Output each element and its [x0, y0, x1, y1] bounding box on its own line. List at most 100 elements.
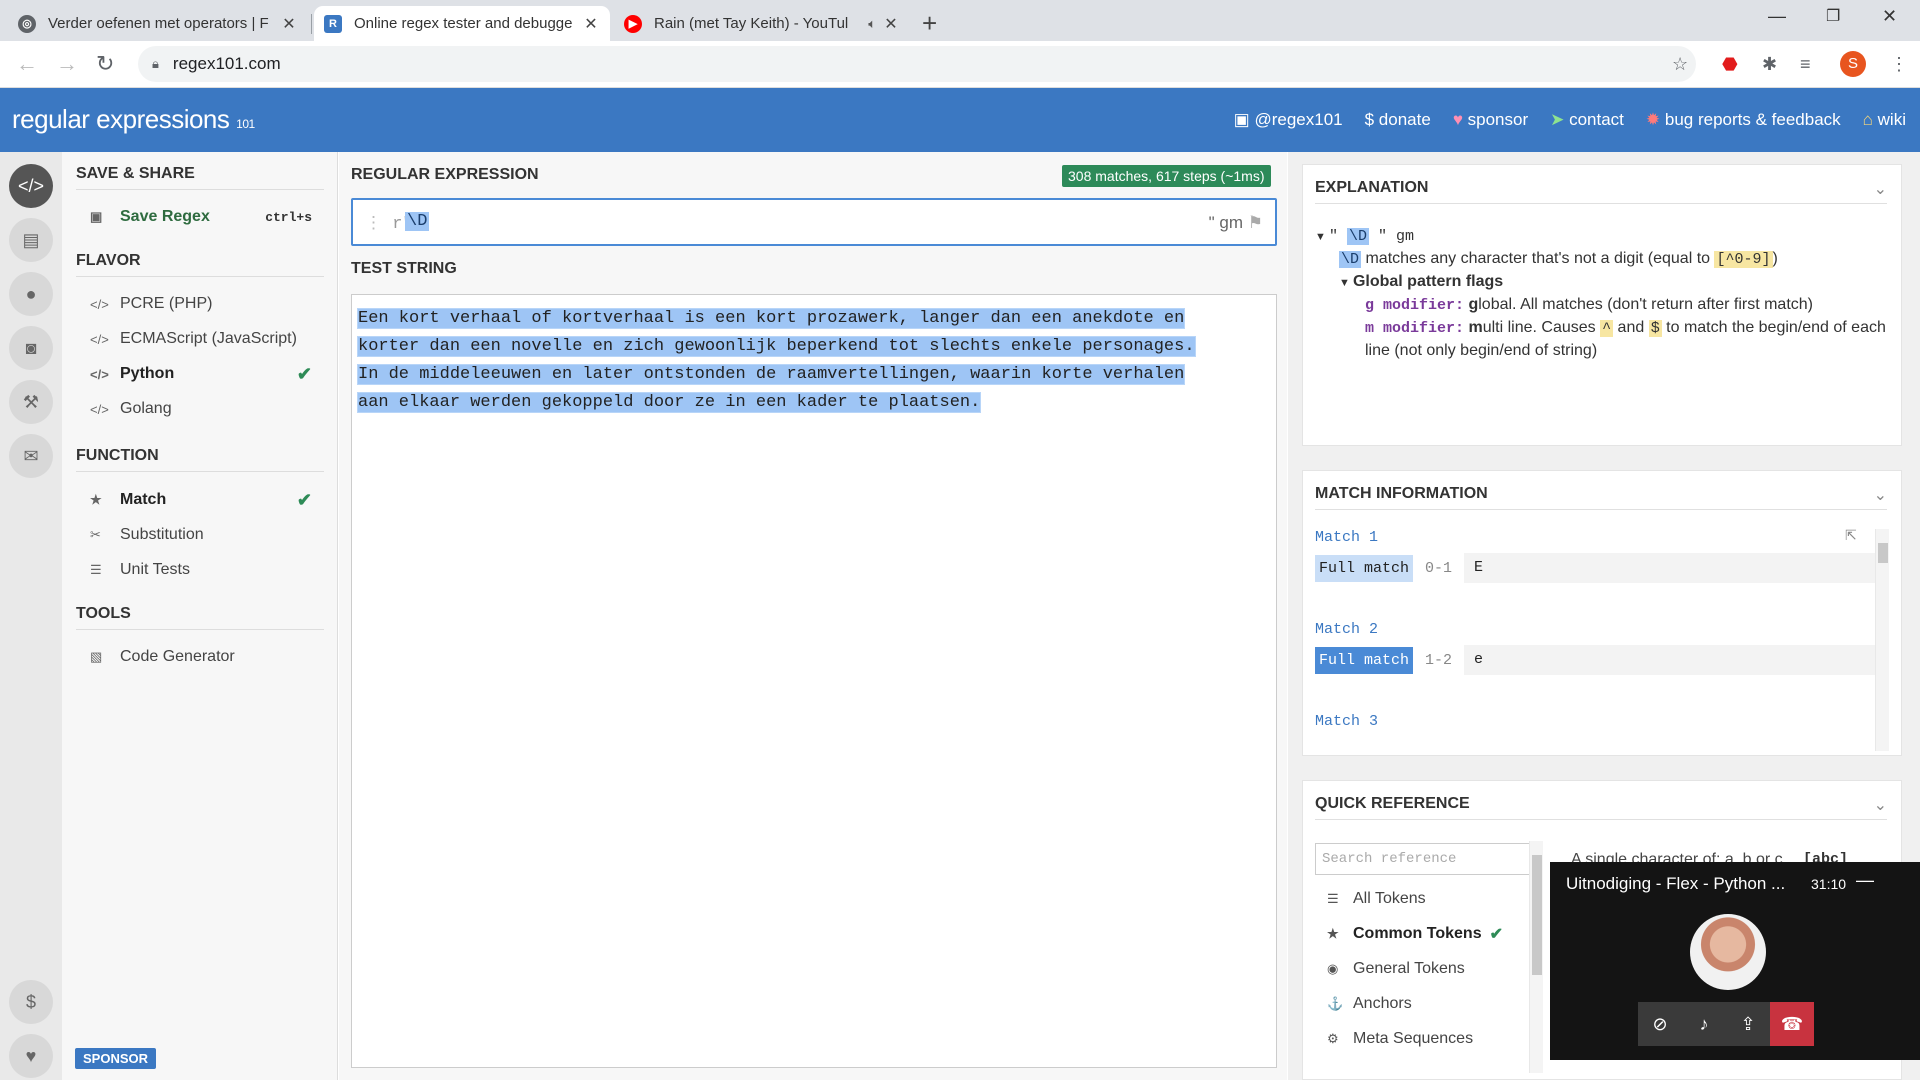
match-row[interactable]: Full match 0-1 E	[1315, 553, 1875, 583]
quote-text: "	[1328, 228, 1347, 245]
address-bar[interactable]: 🔒︎ regex101.com	[138, 46, 1696, 82]
chat-icon[interactable]: ✉	[9, 434, 53, 478]
library-icon[interactable]: ▤	[9, 218, 53, 262]
qr-anchors[interactable]: ⚓ Anchors	[1327, 990, 1527, 1018]
test-string-text[interactable]: Een kort verhaal of kortverhaal is een k…	[358, 305, 1258, 417]
minimize-call-icon[interactable]: —	[1856, 870, 1874, 891]
qr-all-tokens[interactable]: ☰ All Tokens	[1327, 885, 1527, 913]
char-class: [^0-9]	[1714, 251, 1773, 268]
explanation-token-desc: \D matches any character that's not a di…	[1315, 248, 1895, 271]
wiki-link[interactable]: ⌂ wiki	[1863, 110, 1906, 130]
match-info-scrollbar[interactable]	[1875, 529, 1889, 751]
regex-flags[interactable]: " gm ⚑	[1209, 213, 1263, 233]
export-icon[interactable]: ⇱	[1845, 527, 1857, 544]
bug-report-link[interactable]: ✹ bug reports & feedback	[1646, 110, 1841, 130]
regex-token: \D	[1346, 228, 1369, 245]
close-tab-icon[interactable]: ✕	[582, 14, 600, 34]
quick-reference-heading[interactable]: QUICK REFERENCE ⌄	[1315, 795, 1887, 820]
checkmark-icon: ✔	[1489, 926, 1504, 943]
save-regex-button[interactable]: ▣ Save Regex ctrl+s	[76, 202, 324, 232]
heart-icon[interactable]: ♥	[9, 1034, 53, 1078]
dollar-icon[interactable]: $	[9, 980, 53, 1024]
quiz-gamepad-icon[interactable]: ◙	[9, 326, 53, 370]
mic-off-icon[interactable]: ♪	[1682, 1002, 1726, 1046]
close-tab-icon[interactable]: ✕	[882, 14, 900, 34]
explanation-heading[interactable]: EXPLANATION ⌄	[1315, 179, 1887, 204]
chevron-down-icon[interactable]: ⌄	[1874, 179, 1887, 199]
qr-label: All Tokens	[1353, 890, 1426, 907]
match-info-heading[interactable]: MATCH INFORMATION ⌄	[1315, 485, 1887, 510]
media-control-icon[interactable]: ≡	[1800, 54, 1811, 75]
user-icon[interactable]: ●	[9, 272, 53, 316]
profile-avatar[interactable]: S	[1840, 51, 1866, 77]
restore-window-icon[interactable]: ❐	[1826, 6, 1840, 26]
sidebar: SAVE & SHARE ▣ Save Regex ctrl+s FLAVOR …	[62, 152, 338, 1080]
regex-input[interactable]: ⋮ r" \D " gm ⚑	[351, 198, 1277, 246]
function-match[interactable]: ★ Match ✔	[76, 485, 324, 515]
forward-button[interactable]: →	[56, 51, 78, 77]
reference-search-input[interactable]: Search reference	[1315, 843, 1531, 875]
m-modifier-desc: m modifier: multi line. Causes ^ and $ t…	[1315, 317, 1895, 362]
extensions-icon[interactable]: ✱	[1762, 54, 1777, 75]
bookmark-star-icon[interactable]: ☆	[1672, 54, 1688, 75]
full-match-tag: Full match	[1315, 554, 1414, 582]
logo-text: regular	[12, 104, 90, 134]
sponsor-link[interactable]: ♥ sponsor	[1453, 110, 1528, 130]
match-row[interactable]: Full match 1-2 e	[1315, 645, 1875, 675]
code-icon[interactable]: </>	[9, 164, 53, 208]
test-line: In de middeleeuwen en later ontstonden d…	[358, 361, 1258, 389]
qr-meta-sequences[interactable]: ⚙ Meta Sequences	[1327, 1025, 1527, 1053]
function-substitution[interactable]: ✂ Substitution	[76, 520, 324, 550]
wrench-icon[interactable]: ⚒	[9, 380, 53, 424]
qr-label: Meta Sequences	[1353, 1030, 1474, 1047]
sponsor-badge[interactable]: SPONSOR	[75, 1048, 157, 1069]
close-tab-icon[interactable]: ✕	[280, 14, 298, 34]
test-string-heading: TEST STRING	[351, 260, 457, 277]
twitter-link[interactable]: ▣ @regex101	[1234, 110, 1343, 130]
contact-link[interactable]: ➤ contact	[1550, 110, 1624, 130]
qr-common-tokens[interactable]: ★ Common Tokens ✔	[1327, 920, 1527, 948]
back-button[interactable]: ←	[16, 51, 38, 77]
qr-general-tokens[interactable]: ◉ General Tokens	[1327, 955, 1527, 983]
close-window-icon[interactable]: ✕	[1882, 6, 1897, 27]
video-call-window[interactable]: Uitnodiging - Flex - Python ... 31:10 — …	[1550, 862, 1920, 1060]
file-code-icon: ▧	[90, 649, 103, 664]
reload-button[interactable]: ↻	[96, 51, 114, 77]
flavor-pcre[interactable]: </> PCRE (PHP)	[76, 289, 324, 319]
chrome-menu-icon[interactable]: ⋮	[1890, 54, 1908, 75]
flavor-python[interactable]: </> Python ✔	[76, 359, 324, 389]
site-header: regular expressions 101 ▣ @regex101 $ do…	[0, 88, 1920, 152]
test-line: korter dan een novelle en zich gewoonlij…	[358, 333, 1258, 361]
browser-tab-youtube[interactable]: ▶ Rain (met Tay Keith) - YouTul 🔈︎ ✕	[614, 6, 910, 41]
chevron-down-icon[interactable]: ⌄	[1874, 795, 1887, 815]
test-string-editor[interactable]: Een kort verhaal of kortverhaal is een k…	[351, 294, 1277, 1068]
collapse-triangle-icon[interactable]: ▼	[1339, 277, 1353, 289]
g-modifier-desc: g modifier: global. All matches (don't r…	[1315, 294, 1895, 317]
match-count-badge: 308 matches, 617 steps (~1ms)	[1062, 165, 1271, 187]
minimize-window-icon[interactable]: —	[1768, 6, 1786, 27]
donate-link[interactable]: $ donate	[1365, 110, 1431, 130]
tool-code-generator[interactable]: ▧ Code Generator	[76, 642, 324, 672]
flag-icon[interactable]: ⚑	[1248, 213, 1263, 232]
function-unit-tests[interactable]: ☰ Unit Tests	[76, 555, 324, 585]
qr-list-scrollbar[interactable]	[1529, 841, 1543, 1073]
explanation-regex-line: ▼ " \D " gm	[1315, 225, 1895, 248]
adblock-icon[interactable]: ⬣	[1722, 54, 1738, 75]
new-tab-button[interactable]: +	[922, 8, 937, 39]
flavor-golang[interactable]: </> Golang	[76, 394, 324, 424]
speaker-icon[interactable]: 🔈︎	[868, 16, 876, 32]
site-logo[interactable]: regular expressions 101	[12, 104, 255, 135]
drag-handle-icon[interactable]: ⋮	[365, 215, 382, 234]
test-line-text: korter dan een novelle en zich gewoonlij…	[358, 337, 1195, 356]
tab-title: Online regex tester and debugge	[354, 15, 573, 32]
chevron-down-icon[interactable]: ⌄	[1874, 485, 1887, 505]
regex-expression[interactable]: \D	[405, 212, 430, 231]
browser-tab-regex101[interactable]: R Online regex tester and debugge ✕	[314, 6, 610, 41]
collapse-triangle-icon[interactable]: ▼	[1315, 231, 1329, 243]
end-call-icon[interactable]: ☎	[1770, 1002, 1814, 1046]
browser-tab-operators[interactable]: ◎ Verder oefenen met operators | F ✕	[8, 6, 308, 41]
main-panel: REGULAR EXPRESSION 308 matches, 617 step…	[339, 152, 1287, 1080]
share-screen-icon[interactable]: ⇪	[1726, 1002, 1770, 1046]
camera-off-icon[interactable]: ⊘	[1638, 1002, 1682, 1046]
flavor-ecmascript[interactable]: </> ECMAScript (JavaScript)	[76, 324, 324, 354]
